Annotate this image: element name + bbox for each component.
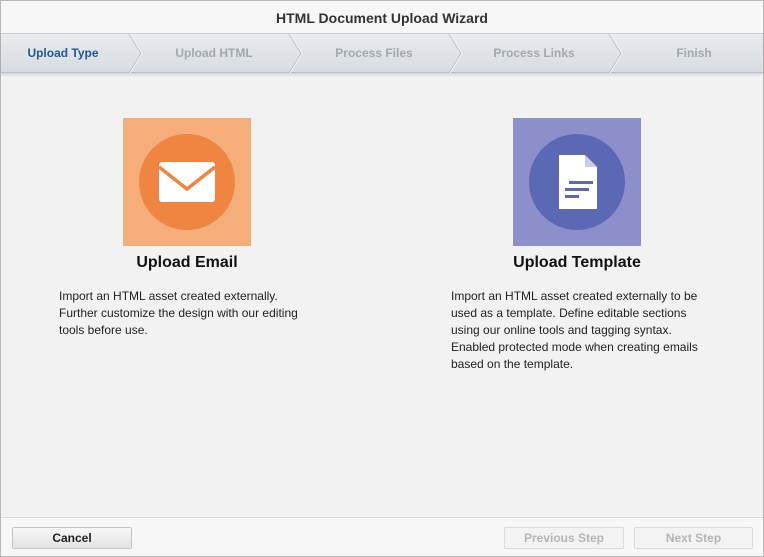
step-upload-type[interactable]: Upload Type xyxy=(1,34,125,73)
description-line: based on the template. xyxy=(451,357,574,371)
cancel-button[interactable]: Cancel xyxy=(12,527,132,549)
step-separator xyxy=(288,34,302,73)
envelope-icon xyxy=(157,162,217,202)
description-line: Import an HTML asset created externally. xyxy=(59,289,278,303)
description-line: Import an HTML asset created externally … xyxy=(451,289,698,303)
step-upload-html[interactable]: Upload HTML xyxy=(141,34,287,73)
description-line: used as a template. Define editable sect… xyxy=(451,306,687,320)
document-icon xyxy=(559,155,597,209)
step-process-links[interactable]: Process Links xyxy=(461,34,607,73)
step-finish[interactable]: Finish xyxy=(621,34,764,73)
description-line: Further customize the design with our ed… xyxy=(59,306,298,320)
previous-step-button[interactable]: Previous Step xyxy=(504,527,624,549)
step-separator xyxy=(128,34,142,73)
description-line: using our online tools and tagging synta… xyxy=(451,323,672,337)
upload-email-description: Import an HTML asset created externally.… xyxy=(59,288,329,339)
upload-template-title[interactable]: Upload Template xyxy=(447,254,707,272)
wizard-steps: Upload Type Upload HTML Process Files Pr… xyxy=(1,33,763,73)
upload-template-circle xyxy=(529,134,625,230)
description-line: tools before use. xyxy=(59,323,148,337)
step-separator xyxy=(448,34,462,73)
upload-email-circle xyxy=(139,134,235,230)
window-title: HTML Document Upload Wizard xyxy=(1,1,763,33)
upload-template-description: Import an HTML asset created externally … xyxy=(451,288,741,373)
wizard-footer: Cancel Previous Step Next Step xyxy=(1,517,763,556)
upload-template-card[interactable] xyxy=(513,118,641,246)
description-line: Enabled protected mode when creating ema… xyxy=(451,340,698,354)
wizard-window: HTML Document Upload Wizard Upload Type … xyxy=(0,0,764,557)
upload-email-title[interactable]: Upload Email xyxy=(57,254,317,272)
upload-email-card[interactable] xyxy=(123,118,251,246)
next-step-button[interactable]: Next Step xyxy=(634,527,753,549)
step-separator xyxy=(608,34,622,73)
step-process-files[interactable]: Process Files xyxy=(301,34,447,73)
